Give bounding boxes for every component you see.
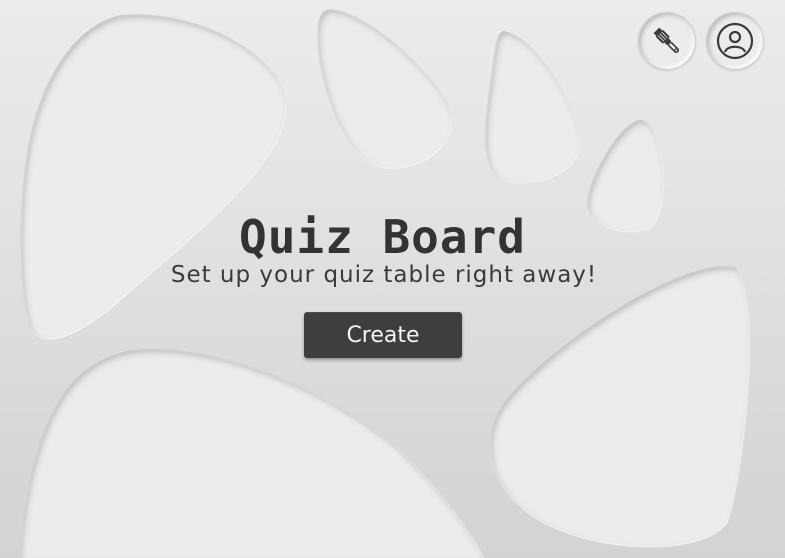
page-title: Quiz Board — [239, 210, 526, 264]
page-subtitle: Set up your quiz table right away! — [170, 262, 598, 288]
theme-button[interactable] — [638, 12, 696, 70]
create-button[interactable]: Create — [304, 312, 462, 358]
user-account-icon — [713, 19, 757, 63]
hero-section: Quiz Board Set up your quiz table right … — [0, 0, 785, 558]
account-button[interactable] — [706, 12, 764, 70]
paint-brush-icon — [649, 23, 685, 59]
